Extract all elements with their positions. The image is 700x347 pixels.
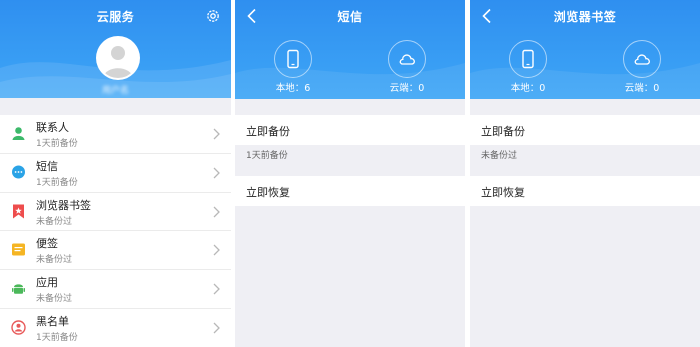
list-item-blacklist[interactable]: 黑名单 1天前备份: [0, 309, 231, 347]
item-label: 应用: [36, 276, 58, 290]
restore-now-button[interactable]: 立即恢复: [470, 176, 700, 206]
user-silhouette-icon: [103, 46, 133, 78]
sms-backup-screen: 短信 本地：6 云端：0 立即备份 1天前备份 立即恢复: [235, 0, 465, 347]
gear-icon[interactable]: [205, 8, 221, 24]
phone-icon: [287, 49, 299, 69]
contacts-icon: [12, 127, 25, 140]
username: 用户名: [101, 86, 129, 96]
chevron-right-icon: [213, 322, 220, 334]
item-status: 1天前备份: [36, 177, 78, 188]
chevron-right-icon: [213, 206, 220, 218]
cloud-count-circle: [388, 40, 426, 78]
backup-status: 1天前备份: [246, 151, 288, 161]
cloud-service-screen: 云服务 用户名 联系人 1天前备份 短信 1天前备份 浏览器书签 未备份过 便签…: [0, 0, 231, 347]
cloud-icon: [399, 54, 415, 65]
list-item-bookmarks[interactable]: 浏览器书签 未备份过: [0, 193, 231, 232]
page-title: 云服务: [96, 10, 135, 24]
bookmarks-backup-screen: 浏览器书签 本地：0 云端：0 立即备份 未备份过 立即恢复: [470, 0, 700, 347]
backup-now-button[interactable]: 立即备份: [470, 115, 700, 145]
android-icon: [12, 284, 25, 294]
bookmarks-header: 浏览器书签 本地：0 云端：0: [470, 0, 700, 99]
backup-category-list: 联系人 1天前备份 短信 1天前备份 浏览器书签 未备份过 便签 未备份过 应用…: [0, 115, 231, 347]
chevron-right-icon: [213, 128, 220, 140]
local-count-circle: [509, 40, 547, 78]
item-label: 黑名单: [36, 314, 69, 328]
local-count-circle: [274, 40, 312, 78]
item-label: 联系人: [36, 121, 69, 134]
item-status: 1天前备份: [36, 139, 78, 149]
chevron-right-icon: [213, 244, 220, 256]
backup-now-button[interactable]: 立即备份: [235, 115, 465, 145]
local-count: 本地：6: [275, 83, 311, 94]
list-item-contacts[interactable]: 联系人 1天前备份: [0, 115, 231, 154]
chevron-right-icon: [213, 283, 220, 295]
item-status: 未备份过: [36, 216, 73, 227]
restore-now-label: 立即恢复: [481, 186, 525, 199]
backup-now-label: 立即备份: [246, 125, 290, 138]
list-item-sms[interactable]: 短信 1天前备份: [0, 154, 231, 193]
restore-now-label: 立即恢复: [246, 186, 290, 199]
cloud-count-circle: [623, 40, 661, 78]
avatar[interactable]: [96, 36, 140, 80]
item-status: 未备份过: [36, 294, 73, 305]
backup-status: 未备份过: [481, 151, 518, 161]
item-status: 未备份过: [36, 255, 73, 266]
cloud-service-header: 云服务 用户名: [0, 0, 231, 98]
item-label: 短信: [36, 159, 58, 173]
cloud-icon: [634, 54, 650, 65]
item-label: 便签: [36, 237, 58, 251]
page-title: 浏览器书签: [553, 10, 617, 24]
local-count: 本地：0: [510, 83, 546, 94]
cloud-count: 云端：0: [389, 83, 425, 94]
backup-now-label: 立即备份: [481, 125, 525, 138]
list-item-apps[interactable]: 应用 未备份过: [0, 270, 231, 309]
list-item-notes[interactable]: 便签 未备份过: [0, 231, 231, 271]
sms-icon: [12, 165, 25, 179]
chevron-right-icon: [213, 167, 220, 179]
item-status: 1天前备份: [36, 332, 78, 343]
page-title: 短信: [337, 10, 363, 24]
restore-now-button[interactable]: 立即恢复: [235, 176, 465, 206]
cloud-count: 云端：0: [624, 83, 660, 94]
blacklist-icon: [11, 320, 26, 335]
item-label: 浏览器书签: [36, 198, 91, 212]
phone-icon: [522, 49, 534, 69]
bookmark-icon: [13, 204, 24, 219]
sms-header: 短信 本地：6 云端：0: [235, 0, 465, 99]
notes-icon: [12, 243, 25, 256]
